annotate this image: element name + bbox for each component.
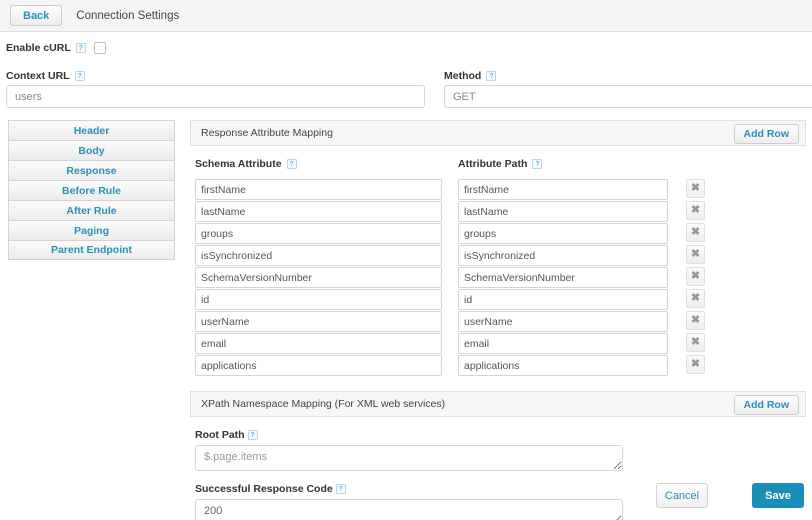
table-row: ✖	[190, 311, 806, 333]
enable-curl-label-text: Enable cURL	[6, 42, 71, 54]
attribute-path-input[interactable]	[458, 223, 668, 244]
response-mapping-title: Response Attribute Mapping	[201, 127, 333, 139]
root-path-textarea[interactable]	[195, 444, 623, 471]
tab-after-rule[interactable]: After Rule	[8, 200, 175, 220]
xpath-mapping-header: XPath Namespace Mapping (For XML web ser…	[190, 390, 806, 417]
delete-row-icon[interactable]: ✖	[686, 245, 705, 264]
tab-paging[interactable]: Paging	[8, 220, 175, 240]
add-row-button-response[interactable]: Add Row	[733, 124, 799, 144]
attribute-path-input[interactable]	[458, 311, 668, 332]
page-title: Connection Settings	[76, 9, 180, 22]
delete-row-icon[interactable]: ✖	[686, 267, 705, 286]
table-row: ✖	[190, 179, 806, 201]
attribute-path-input[interactable]	[458, 201, 668, 222]
schema-attribute-input[interactable]	[195, 223, 442, 244]
xpath-mapping-title: XPath Namespace Mapping (For XML web ser…	[201, 397, 446, 410]
enable-curl-checkbox[interactable]	[93, 42, 106, 54]
table-row: ✖	[190, 201, 806, 223]
top-bar: Back Connection Settings	[0, 0, 812, 32]
attribute-path-header: Attribute Path ?	[458, 158, 543, 170]
table-row: ✖	[190, 267, 806, 289]
tab-response[interactable]: Response	[8, 160, 175, 180]
help-icon[interactable]: ?	[247, 429, 258, 440]
method-label: Method ?	[444, 70, 497, 82]
schema-attribute-input[interactable]	[195, 267, 442, 288]
table-row: ✖	[190, 223, 806, 245]
response-mapping-header: Response Attribute Mapping Add Row	[190, 120, 806, 146]
cancel-button[interactable]: Cancel	[656, 483, 708, 508]
attribute-path-input[interactable]	[458, 267, 668, 288]
attribute-path-input[interactable]	[458, 245, 668, 266]
schema-attribute-input[interactable]	[195, 333, 442, 354]
help-icon[interactable]: ?	[286, 159, 297, 169]
delete-row-icon[interactable]: ✖	[686, 289, 705, 308]
delete-row-icon[interactable]: ✖	[686, 333, 705, 352]
schema-attribute-input[interactable]	[195, 245, 442, 266]
method-label-text: Method	[444, 70, 482, 82]
table-row: ✖	[190, 245, 806, 267]
tab-parent-endpoint[interactable]: Parent Endpoint	[8, 240, 175, 260]
help-icon[interactable]: ?	[532, 159, 543, 169]
add-row-button-xpath[interactable]: Add Row	[733, 394, 799, 415]
schema-attribute-input[interactable]	[195, 311, 442, 332]
root-path-label: Root Path ?	[195, 429, 806, 441]
table-row: ✖	[190, 289, 806, 311]
root-path-label-text: Root Path	[195, 428, 245, 441]
delete-row-icon[interactable]: ✖	[686, 355, 705, 374]
help-icon[interactable]: ?	[74, 71, 85, 81]
enable-curl-row: Enable cURL ?	[6, 42, 106, 54]
back-button[interactable]: Back	[10, 5, 63, 26]
context-url-input[interactable]	[6, 85, 425, 108]
schema-attribute-input[interactable]	[195, 355, 442, 376]
delete-row-icon[interactable]: ✖	[686, 311, 705, 330]
attribute-path-input[interactable]	[458, 355, 668, 376]
attribute-path-input[interactable]	[458, 179, 668, 200]
enable-curl-label: Enable cURL ?	[6, 42, 86, 54]
tab-before-rule[interactable]: Before Rule	[8, 180, 175, 200]
main-panel: Response Attribute Mapping Add Row Schem…	[190, 120, 806, 520]
tab-body[interactable]: Body	[8, 140, 175, 160]
method-input[interactable]	[444, 85, 812, 108]
attribute-path-input[interactable]	[458, 289, 668, 310]
schema-attribute-input[interactable]	[195, 289, 442, 310]
connection-settings-page: Back Connection Settings Enable cURL ? C…	[0, 0, 812, 520]
schema-attribute-input[interactable]	[195, 179, 442, 200]
table-row: ✖	[190, 333, 806, 355]
attribute-path-input[interactable]	[458, 333, 668, 354]
help-icon[interactable]: ?	[75, 43, 86, 53]
schema-attribute-header: Schema Attribute ?	[195, 158, 297, 170]
delete-row-icon[interactable]: ✖	[686, 201, 705, 220]
delete-row-icon[interactable]: ✖	[686, 223, 705, 242]
delete-row-icon[interactable]: ✖	[686, 179, 705, 198]
help-icon[interactable]: ?	[486, 71, 497, 81]
context-url-label-text: Context URL	[6, 70, 70, 82]
tab-header[interactable]: Header	[8, 120, 175, 140]
context-url-label: Context URL ?	[6, 70, 85, 82]
attribute-path-header-text: Attribute Path	[458, 158, 528, 170]
table-row: ✖	[190, 355, 806, 377]
settings-tabs: Header Body Response Before Rule After R…	[8, 120, 175, 260]
mapping-rows: ✖ ✖ ✖ ✖ ✖ ✖ ✖ ✖ ✖	[190, 179, 806, 377]
schema-attribute-header-text: Schema Attribute	[195, 158, 282, 170]
schema-attribute-input[interactable]	[195, 201, 442, 222]
footer-actions: Cancel Save	[190, 483, 806, 509]
save-button[interactable]: Save	[752, 483, 804, 508]
mapping-column-headers: Schema Attribute ? Attribute Path ?	[190, 158, 806, 176]
